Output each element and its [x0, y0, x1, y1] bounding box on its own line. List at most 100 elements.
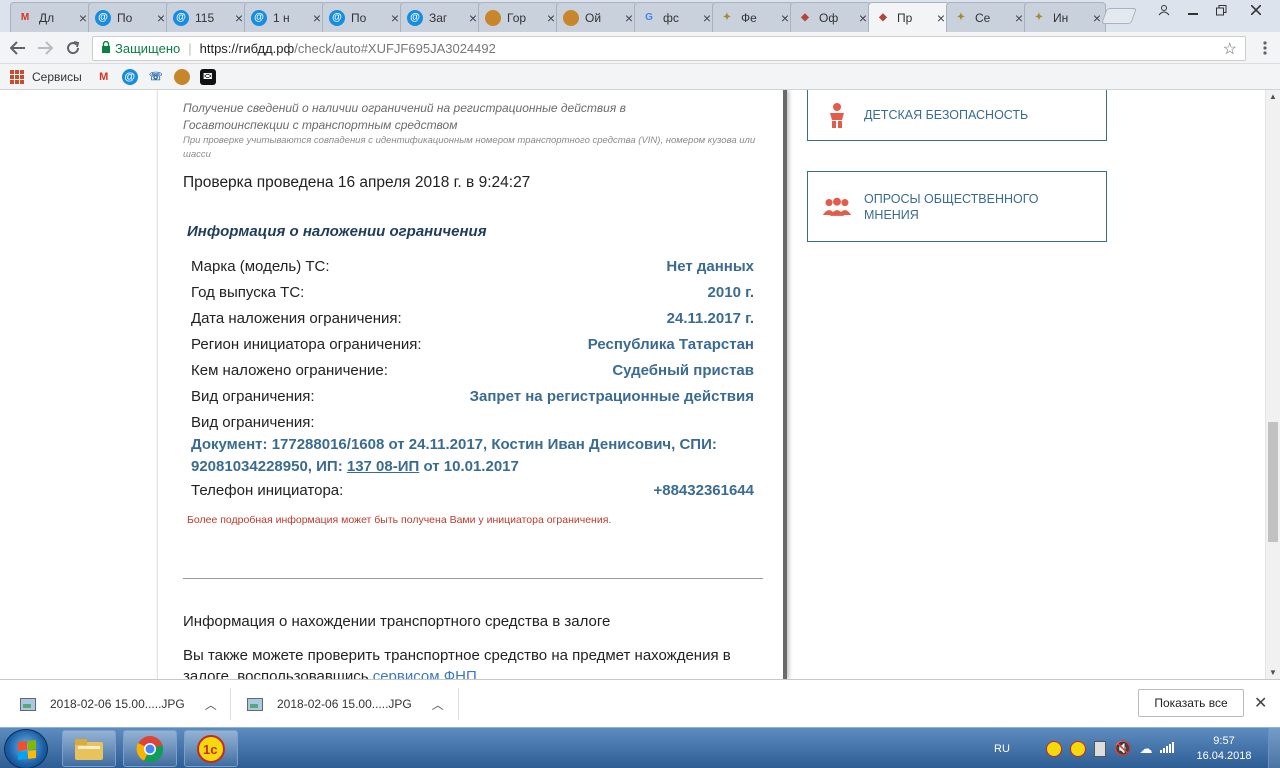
menu-icon[interactable] [1254, 37, 1276, 59]
google-icon: G [645, 12, 653, 23]
tab-label: Пр [897, 10, 913, 25]
url-host: https://гибдд.рф [199, 41, 295, 56]
mail-ru-icon[interactable]: @ [121, 68, 138, 85]
1c-tray-icon[interactable] [1070, 740, 1086, 757]
info-row-phone: Телефон инициатора: +88432361644 [191, 482, 754, 504]
tab[interactable]: Gфс × [634, 2, 716, 32]
minimize-icon[interactable] [1180, 0, 1206, 20]
tab-close-icon[interactable]: × [79, 10, 87, 26]
info-row-label: Вид ограничения: [191, 388, 315, 405]
new-tab-button[interactable] [1101, 8, 1137, 24]
tab[interactable]: ✦ Се × [946, 2, 1028, 32]
tab[interactable]: @ По × [322, 2, 404, 32]
windows-logo-icon [18, 740, 36, 760]
page-scrollbar[interactable]: ▲ ▼ [1265, 90, 1280, 679]
tab-close-icon[interactable]: × [703, 10, 711, 26]
1c-button[interactable]: 1c [184, 730, 238, 767]
tab[interactable]: M Дл × [10, 2, 92, 32]
tab-label: Заг [429, 10, 448, 25]
tab-close-icon[interactable]: × [235, 10, 243, 26]
public-surveys-card[interactable]: ОПРОСЫ ОБЩЕСТВЕННОГО МНЕНИЯ [807, 171, 1107, 242]
clock-date: 16.04.2018 [1196, 750, 1252, 762]
info-row-label: Кем наложено ограничение: [191, 362, 388, 379]
file-explorer-button[interactable] [62, 730, 116, 767]
lock-icon [101, 40, 111, 56]
download-item[interactable]: 2018-02-06 15.00.....JPG ︿ [247, 688, 444, 720]
volume-muted-icon[interactable]: 🔇 [1114, 740, 1131, 757]
tab-label: Ин [1053, 10, 1069, 25]
envelope-icon[interactable]: ✉ [199, 68, 216, 85]
chevron-up-icon[interactable]: ︿ [432, 696, 444, 713]
bookmark-services[interactable]: Сервисы [10, 69, 82, 84]
show-desktop-button[interactable] [1268, 728, 1280, 768]
tab-close-icon[interactable]: × [313, 10, 321, 26]
language-indicator[interactable]: RU [994, 728, 1010, 768]
omnibox[interactable]: Защищено | https://гибдд.рф/check/auto#X… [92, 36, 1246, 61]
eagle-emblem-icon: ✦ [956, 12, 966, 23]
tab-close-icon[interactable]: × [625, 10, 633, 26]
device-tray-icon[interactable] [1094, 740, 1106, 757]
close-window-icon[interactable] [1236, 0, 1276, 20]
tab[interactable]: ◆ Пр × [868, 2, 950, 32]
enforcement-case-link[interactable]: 137 08-ИП [347, 458, 419, 475]
eagle-emblem-icon: ✦ [722, 12, 732, 23]
info-row-value: Судебный пристав [612, 362, 754, 379]
chrome-button[interactable] [123, 730, 177, 767]
tab[interactable]: @115 × [166, 2, 248, 32]
bread-icon[interactable] [173, 68, 190, 85]
tab[interactable]: ● Гор × [478, 2, 560, 32]
info-row-restriction-type-2: Вид ограничения: [191, 414, 754, 436]
bookmark-star-icon[interactable]: ☆ [1223, 39, 1237, 59]
cloud-upload-icon[interactable]: ☁ [1139, 741, 1152, 757]
tab-close-icon[interactable]: × [157, 10, 165, 26]
tab-close-icon[interactable]: × [547, 10, 555, 26]
eagle-emblem-icon: ✦ [1034, 12, 1044, 23]
info-row-label: Регион инициатора ограничения: [191, 336, 422, 353]
tab[interactable]: @ Заг × [400, 2, 482, 32]
reload-icon[interactable] [62, 37, 84, 59]
tab-label: По [351, 10, 367, 25]
police-emblem-icon: ◆ [879, 12, 887, 23]
phone-sync-icon[interactable]: ☏ [148, 69, 164, 85]
scrollbar-thumb[interactable] [1268, 422, 1278, 542]
info-row-value: Нет данных [666, 258, 754, 275]
image-file-icon [20, 697, 36, 711]
child-safety-card[interactable]: ДЕТСКАЯ БЕЗОПАСНОСТЬ [807, 90, 1107, 141]
fnp-service-link[interactable]: сервисом ФНП [373, 668, 477, 679]
tab[interactable]: @1 н × [244, 2, 326, 32]
restore-icon[interactable] [1208, 0, 1234, 20]
tab[interactable]: ● Ой × [556, 2, 638, 32]
gmail-icon[interactable]: M [96, 69, 112, 85]
tab-close-icon[interactable]: × [937, 10, 945, 26]
user-profile-icon[interactable] [1152, 0, 1176, 20]
forward-icon[interactable] [34, 37, 56, 59]
scroll-down-icon[interactable]: ▼ [1269, 668, 1277, 677]
network-signal-icon[interactable] [1160, 741, 1176, 756]
scroll-up-icon[interactable]: ▲ [1269, 92, 1277, 101]
child-icon [822, 100, 852, 130]
tab[interactable]: ✦ Фе × [712, 2, 794, 32]
download-item[interactable]: 2018-02-06 15.00.....JPG ︿ [20, 688, 217, 720]
tab[interactable]: ◆ Оф × [790, 2, 872, 32]
tab-close-icon[interactable]: × [469, 10, 477, 26]
tab-close-icon[interactable]: × [859, 10, 867, 26]
pledge-section-title: Информация о нахождении транспортного ср… [183, 613, 611, 630]
tab-close-icon[interactable]: × [1015, 10, 1023, 26]
show-all-downloads-button[interactable]: Показать все [1138, 689, 1244, 717]
tab-close-icon[interactable]: × [781, 10, 789, 26]
tab-close-icon[interactable]: × [1093, 10, 1101, 26]
tab-label: Фе [741, 10, 757, 25]
tab[interactable]: @ По × [88, 2, 170, 32]
tab[interactable]: ✦ Ин × [1024, 2, 1106, 32]
start-button[interactable] [4, 729, 48, 768]
tab-close-icon[interactable]: × [391, 10, 399, 26]
tab-strip: M Дл × @ По × @115 × @1 н × @ По × @ Заг × ● Гор × ● Ой × Gфс ×… [0, 0, 1280, 32]
close-icon[interactable]: ✕ [1254, 693, 1267, 713]
back-icon[interactable] [7, 37, 29, 59]
chevron-up-icon[interactable]: ︿ [205, 696, 217, 713]
info-row-label: Марка (модель) ТС: [191, 258, 330, 275]
bookmarks-bar: Сервисы M @ ☏ ✉ [0, 64, 1280, 90]
svg-text:1c: 1c [203, 742, 217, 757]
1c-tray-icon[interactable] [1046, 740, 1062, 757]
taskbar-clock[interactable]: 9:57 16.04.2018 [1184, 734, 1264, 764]
